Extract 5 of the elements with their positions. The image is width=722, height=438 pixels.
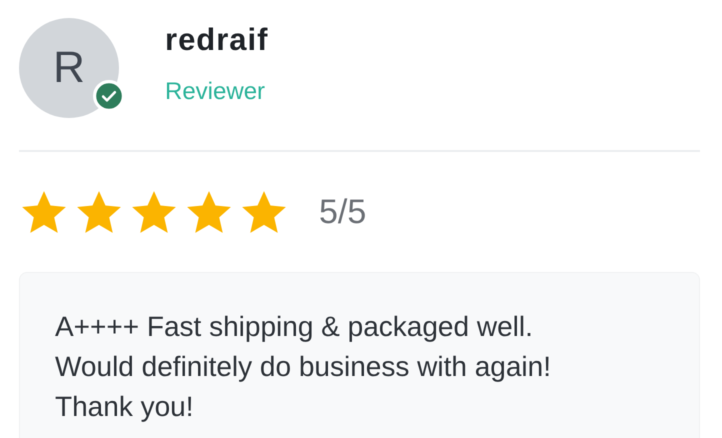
review-text: A++++ Fast shipping & packaged well. Would definitely do business with again! Thank you! [55,310,552,424]
reviewer-name: redraif [165,21,268,59]
reviewer-role: Reviewer [165,77,266,107]
rating-score: 5/5 [319,192,366,232]
avatar-initial: R [53,46,85,90]
